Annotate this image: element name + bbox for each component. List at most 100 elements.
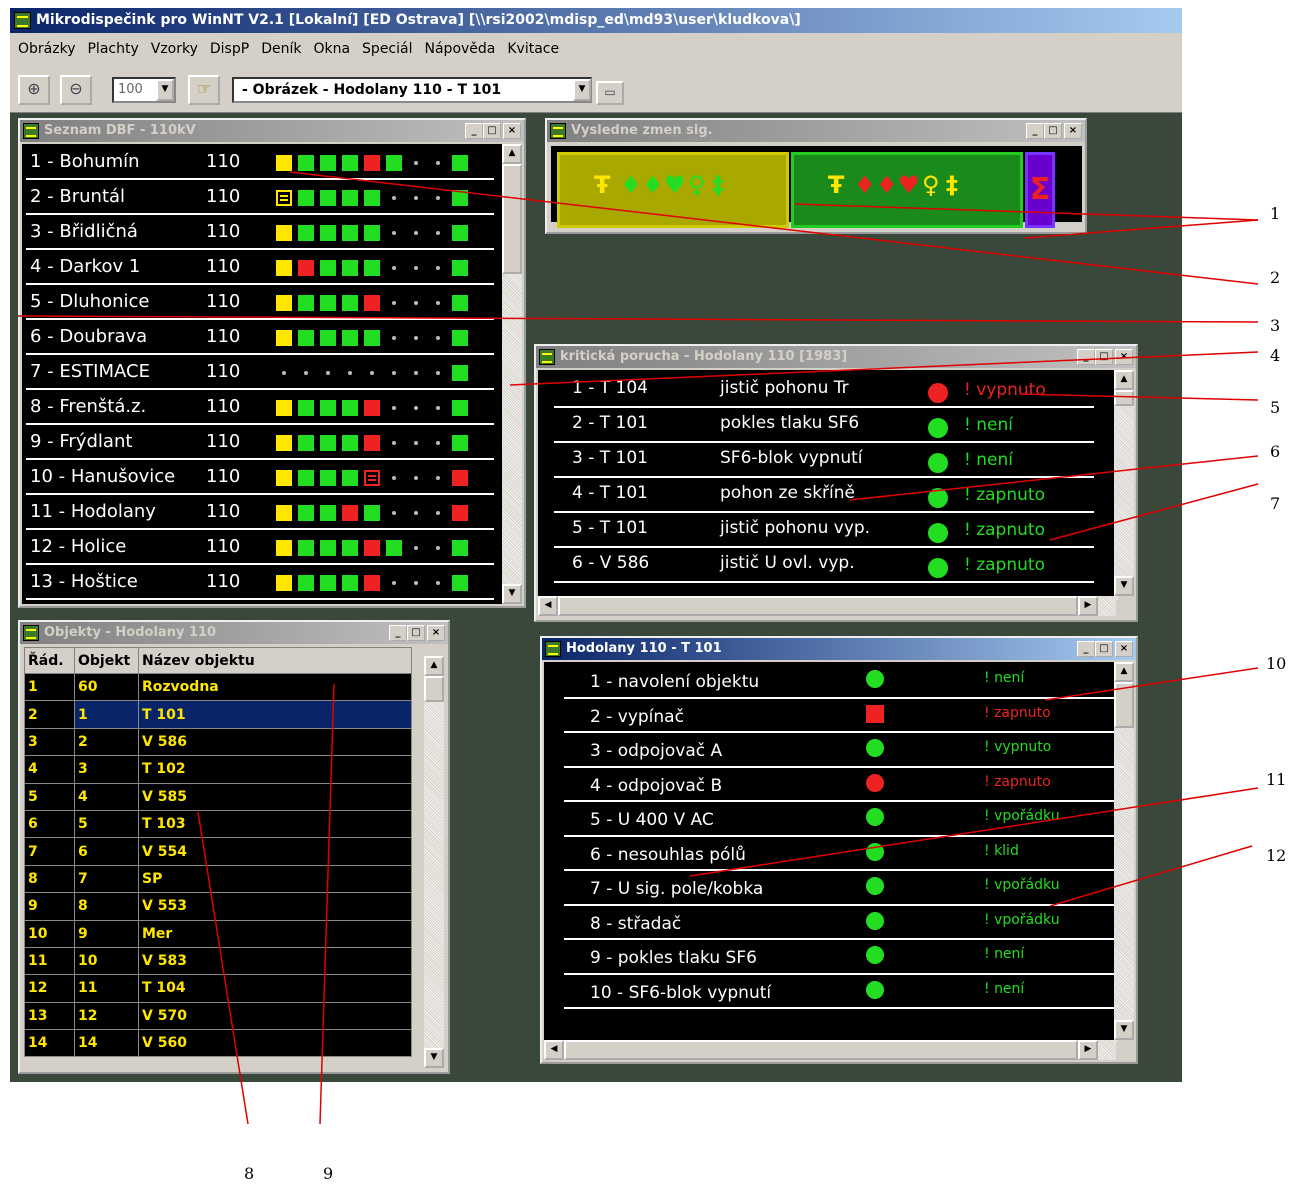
table-row[interactable]: 1 60 Rozvodna	[24, 672, 412, 702]
scroll-up-icon[interactable]: ▲	[1114, 662, 1134, 682]
fault-row[interactable]: 6 - V 586 jistič U ovl. vyp. ! zapnuto	[554, 549, 1094, 583]
zoom-in-icon[interactable]: ⊕	[18, 75, 50, 105]
scroll-thumb[interactable]	[564, 1040, 1078, 1060]
menu-okna[interactable]: Okna	[307, 33, 356, 65]
menu-special[interactable]: Speciál	[356, 33, 418, 65]
station-row[interactable]: 3 - Břidličná 110	[26, 216, 494, 250]
maximize-button[interactable]: □	[1095, 349, 1113, 365]
close-button[interactable]: ×	[427, 625, 445, 641]
station-row[interactable]: 5 - Dluhonice 110	[26, 286, 494, 320]
station-row[interactable]: 4 - Darkov 1 110	[26, 251, 494, 285]
column-header-row[interactable]: Řád.	[24, 647, 75, 674]
fault-row[interactable]: 3 - T 101 SF6-blok vypnutí ! není	[554, 444, 1094, 478]
station-row[interactable]: 9 - Frýdlant 110	[26, 426, 494, 460]
table-row[interactable]: 10 9 Mer	[24, 919, 412, 948]
minimize-button[interactable]: _	[389, 625, 407, 641]
menu-obrazky[interactable]: Obrázky	[12, 33, 81, 65]
scroll-up-icon[interactable]: ▲	[424, 656, 444, 676]
signal-row[interactable]: 3 - odpojovač A ! vypnuto	[564, 733, 1114, 768]
station-row[interactable]: 10 - Hanušovice 110	[26, 461, 494, 495]
chevron-down-icon[interactable]: ▼	[156, 79, 174, 101]
menu-plachty[interactable]: Plachty	[81, 33, 144, 65]
sum-icon[interactable]: Σ	[1025, 152, 1055, 228]
table-row[interactable]: 76V 554	[24, 837, 412, 866]
table-row[interactable]: 98V 553	[24, 892, 412, 921]
close-button[interactable]: ×	[1115, 349, 1133, 365]
signal-row[interactable]: 1 - navolení objektu ! není	[564, 664, 1114, 699]
scroll-up-icon[interactable]: ▲	[1114, 370, 1134, 390]
scroll-left-icon[interactable]: ◀	[544, 1040, 564, 1060]
minimize-button[interactable]: _	[465, 123, 483, 139]
station-row[interactable]: 12 - Holice 110	[26, 531, 494, 565]
table-row[interactable]: 13 12 V 570	[24, 1001, 412, 1031]
vertical-scrollbar[interactable]: ▲ ▼	[502, 144, 522, 604]
horizontal-scrollbar[interactable]: ◀ ▶	[544, 1040, 1118, 1060]
menu-denik[interactable]: Deník	[255, 33, 307, 65]
table-row[interactable]: 32V 586	[24, 727, 412, 757]
menu-kvitace[interactable]: Kvitace	[501, 33, 565, 65]
scroll-thumb[interactable]	[502, 164, 522, 274]
scroll-down-icon[interactable]: ▼	[1114, 576, 1134, 596]
fault-row[interactable]: 1 - T 104 jistič pohonu Tr ! vypnuto	[554, 374, 1094, 408]
station-row[interactable]: 7 - ESTIMACE 110	[26, 356, 494, 390]
signal-row[interactable]: 7 - U sig. pole/kobka ! vpořádku	[564, 871, 1114, 906]
scroll-thumb[interactable]	[424, 676, 444, 702]
fault-row[interactable]: 4 - T 101 pohon ze skříně ! zapnuto	[554, 479, 1094, 513]
vertical-scrollbar[interactable]: ▲ ▼	[424, 656, 444, 1068]
minimize-button[interactable]: _	[1026, 123, 1044, 139]
fault-row[interactable]: 2 - T 101 pokles tlaku SF6 ! není	[554, 409, 1094, 443]
scroll-down-icon[interactable]: ▼	[502, 584, 522, 604]
menu-vzorky[interactable]: Vzorky	[145, 33, 204, 65]
station-row[interactable]: 1 - Bohumín 110	[26, 146, 494, 180]
result-group-warnings[interactable]: Ŧ ♦ ♦ ♥ ♀ ‡	[557, 152, 789, 228]
scroll-thumb[interactable]	[1114, 682, 1134, 728]
signal-row[interactable]: 9 - pokles tlaku SF6 ! není	[564, 940, 1114, 975]
signal-row[interactable]: 6 - nesouhlas pólů ! klid	[564, 837, 1114, 871]
maximize-button[interactable]: □	[407, 625, 425, 641]
column-header-name[interactable]: Název objektu	[138, 647, 412, 674]
scroll-right-icon[interactable]: ▶	[1078, 1040, 1098, 1060]
menu-dispp[interactable]: DispP	[204, 33, 255, 65]
scroll-thumb[interactable]	[558, 596, 1078, 616]
scroll-right-icon[interactable]: ▶	[1078, 596, 1098, 616]
maximize-button[interactable]: □	[1095, 641, 1113, 657]
scroll-down-icon[interactable]: ▼	[1114, 1020, 1134, 1040]
close-button[interactable]: ×	[503, 123, 521, 139]
scroll-left-icon[interactable]: ◀	[538, 596, 558, 616]
resize-grip-icon[interactable]	[1116, 600, 1136, 620]
zoom-out-icon[interactable]: ⊖	[60, 75, 92, 105]
table-row[interactable]: 65T 103	[24, 809, 412, 839]
maximize-button[interactable]: □	[1044, 123, 1062, 139]
resize-grip-icon[interactable]	[1116, 1042, 1136, 1062]
pointer-icon[interactable]: ☞	[188, 75, 220, 105]
scroll-up-icon[interactable]: ▲	[502, 144, 522, 164]
horizontal-scrollbar[interactable]: ◀ ▶	[538, 596, 1118, 616]
scroll-thumb[interactable]	[1114, 390, 1134, 406]
table-row[interactable]: 11 10 V 583	[24, 946, 412, 976]
station-row[interactable]: 13 - Hoštice 110	[26, 566, 494, 600]
station-row[interactable]: 6 - Doubrava 110	[26, 321, 494, 355]
column-header-object[interactable]: Objekt	[74, 647, 139, 674]
signal-row[interactable]: 8 - střadač ! vpořádku	[564, 906, 1114, 940]
table-row[interactable]: 12 11 T 104	[24, 974, 412, 1003]
close-button[interactable]: ×	[1115, 641, 1133, 657]
minimize-button[interactable]: _	[1077, 641, 1095, 657]
table-row[interactable]: 54V 585	[24, 782, 412, 811]
table-row[interactable]: 21T 101	[24, 700, 412, 729]
table-row[interactable]: 43T 102	[24, 755, 412, 784]
table-row[interactable]: 8 7 SP	[24, 864, 412, 894]
result-group-alarms[interactable]: Ŧ ♦ ♦ ♥ ♀ ‡	[791, 152, 1023, 228]
table-row[interactable]: 14 14 V 560	[24, 1029, 412, 1058]
picture-select[interactable]: - Obrázek - Hodolany 110 - T 101 ▼	[232, 77, 592, 103]
menu-napoveda[interactable]: Nápověda	[419, 33, 502, 65]
maximize-button[interactable]: □	[483, 123, 501, 139]
window-icon[interactable]: ▭	[596, 81, 624, 105]
close-button[interactable]: ×	[1064, 123, 1082, 139]
station-row[interactable]: 2 - Bruntál 110	[26, 181, 494, 215]
scroll-down-icon[interactable]: ▼	[424, 1048, 444, 1068]
zoom-select[interactable]: 100 ▼	[112, 77, 176, 103]
fault-row[interactable]: 5 - T 101 jistič pohonu vyp. ! zapnuto	[554, 514, 1094, 548]
signal-row[interactable]: 4 - odpojovač B ! zapnuto	[564, 768, 1114, 802]
signal-row[interactable]: 2 - vypínač ! zapnuto	[564, 699, 1114, 733]
chevron-down-icon[interactable]: ▼	[573, 79, 591, 101]
